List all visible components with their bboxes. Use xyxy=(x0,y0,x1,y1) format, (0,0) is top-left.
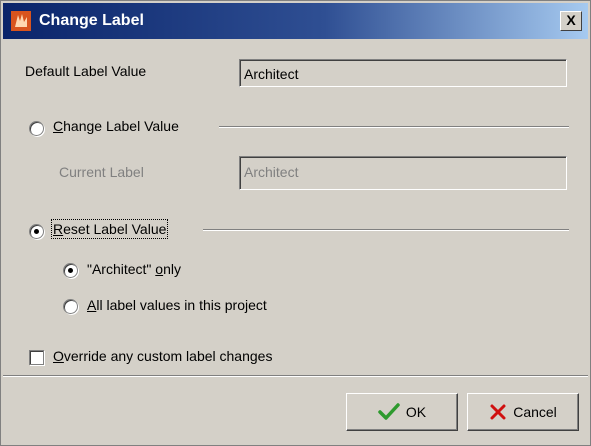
reset-label-value-label[interactable]: Reset Label Value xyxy=(50,219,169,239)
architect-only-label[interactable]: "Architect" only xyxy=(87,261,181,277)
change-label-separator xyxy=(219,126,569,128)
change-label-dialog: Change Label X Default Label Value Archi… xyxy=(0,0,591,446)
override-custom-label-checkbox[interactable] xyxy=(29,350,44,365)
close-button[interactable]: X xyxy=(560,11,582,31)
close-icon: X xyxy=(566,12,576,28)
cancel-button[interactable]: Cancel xyxy=(467,393,579,431)
change-label-value-radio[interactable] xyxy=(29,121,44,136)
ok-label: OK xyxy=(405,404,427,420)
architect-only-radio[interactable] xyxy=(63,263,78,278)
change-label-value-label[interactable]: Change Label Value xyxy=(53,118,179,134)
radio-selected-dot xyxy=(68,268,73,273)
current-label-field[interactable]: Architect xyxy=(239,156,567,190)
default-label-value-field: Architect xyxy=(239,59,567,87)
reset-label-separator xyxy=(203,229,569,231)
radio-selected-dot xyxy=(34,229,39,234)
window-title: Change Label xyxy=(39,12,144,29)
ok-button[interactable]: OK xyxy=(346,393,458,431)
checkmark-icon xyxy=(378,403,400,420)
all-label-values-label[interactable]: All label values in this project xyxy=(87,297,267,313)
override-custom-label-label[interactable]: Override any custom label changes xyxy=(53,348,272,364)
reset-label-value-radio[interactable] xyxy=(29,224,44,239)
title-bar[interactable]: Change Label X xyxy=(3,3,588,39)
app-icon xyxy=(11,11,31,31)
all-label-values-radio[interactable] xyxy=(63,299,78,314)
default-label-value-label: Default Label Value xyxy=(25,63,147,79)
cancel-label: Cancel xyxy=(513,404,557,420)
cancel-x-icon xyxy=(490,404,506,420)
footer-separator xyxy=(3,375,588,377)
current-label-label: Current Label xyxy=(59,164,144,180)
